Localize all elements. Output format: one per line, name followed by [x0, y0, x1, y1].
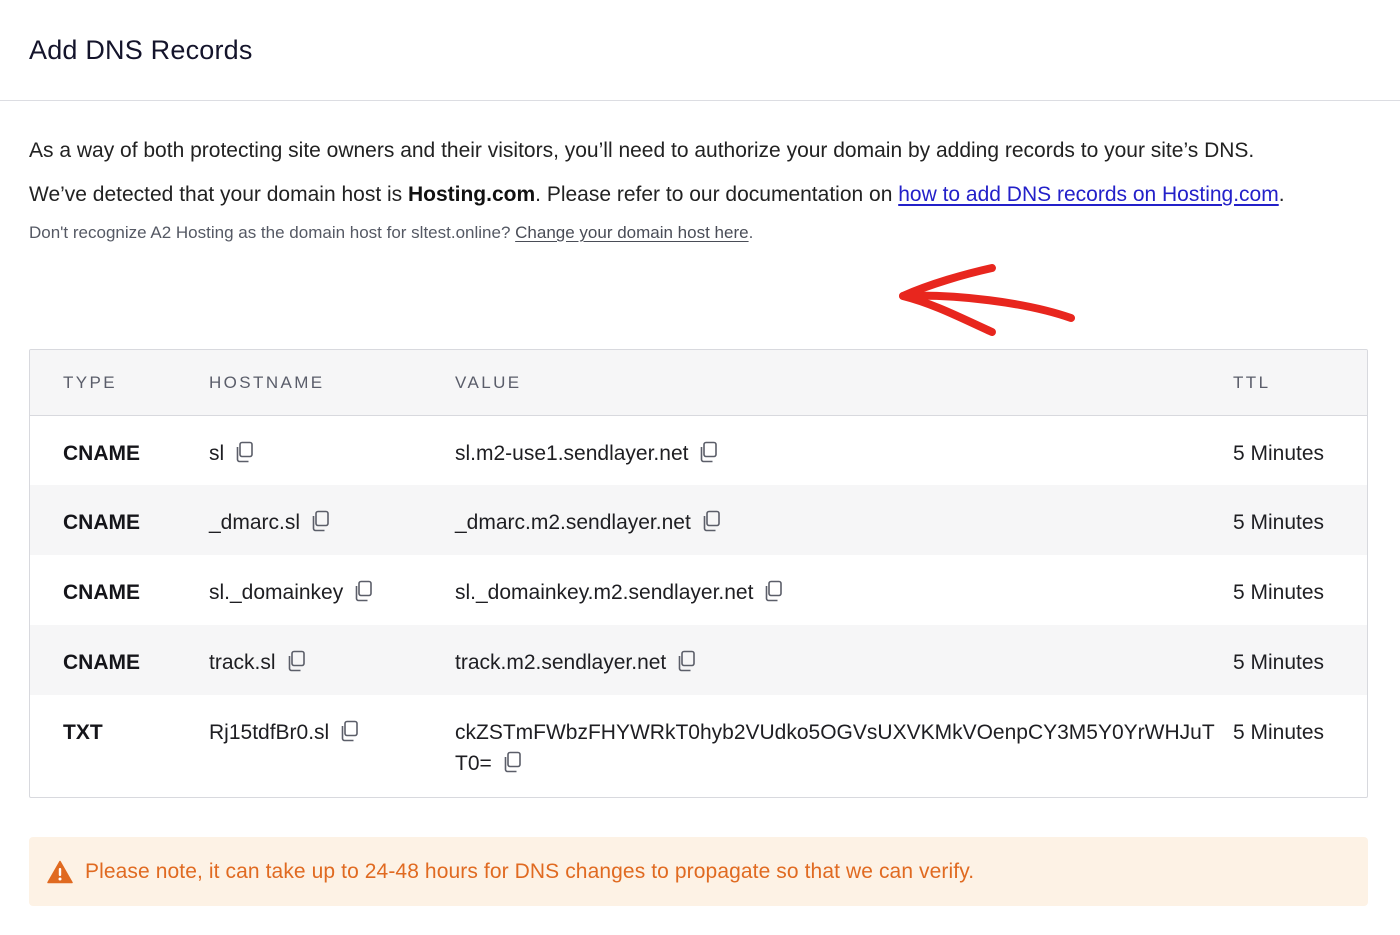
- column-header-type: TYPE: [63, 372, 118, 392]
- table-row: CNAME sl._domainkey sl._domainkey.m2.sen…: [30, 555, 1367, 625]
- record-value[interactable]: _dmarc.m2.sendlayer.net: [455, 511, 691, 534]
- record-value-cell: _dmarc.m2.sendlayer.net: [455, 485, 1233, 555]
- record-ttl: 5 Minutes: [1233, 511, 1325, 534]
- record-value[interactable]: sl.m2-use1.sendlayer.net: [455, 442, 688, 465]
- domain-host-note: Don't recognize A2 Hosting as the domain…: [29, 222, 1371, 244]
- copy-icon[interactable]: [676, 650, 696, 672]
- record-type: TXT: [63, 721, 103, 744]
- record-hostname-cell: track.sl: [209, 625, 455, 695]
- record-ttl: 5 Minutes: [1233, 721, 1325, 744]
- note-suffix: .: [748, 223, 754, 242]
- record-value-cell: ckZSTmFWbzFHYWRkT0hyb2VUdko5OGVsUXVKMkVO…: [455, 695, 1233, 797]
- column-header-value: VALUE: [455, 372, 522, 392]
- alert-text: Please note, it can take up to 24-48 hou…: [85, 859, 975, 883]
- copy-icon[interactable]: [502, 751, 522, 773]
- table-row: TXT Rj15tdfBr0.sl ckZSTmFWbzFHYWRkT0hyb2…: [30, 695, 1367, 797]
- copy-icon[interactable]: [234, 441, 254, 463]
- column-header-hostname: HOSTNAME: [209, 372, 325, 392]
- host-line-prefix: We’ve detected that your domain host is: [29, 183, 408, 206]
- record-hostname[interactable]: sl: [209, 442, 224, 465]
- table-header-row: TYPE HOSTNAME VALUE TTL: [30, 350, 1367, 415]
- record-hostname[interactable]: _dmarc.sl: [209, 511, 300, 534]
- copy-icon[interactable]: [701, 510, 721, 532]
- record-type: CNAME: [63, 441, 140, 465]
- copy-icon[interactable]: [286, 650, 306, 672]
- record-type: CNAME: [63, 511, 140, 534]
- host-line-suffix: .: [1278, 183, 1285, 206]
- red-arrow-annotation: [899, 264, 1075, 336]
- record-hostname-cell: _dmarc.sl: [209, 485, 455, 555]
- domain-host-line: We’ve detected that your domain host is …: [29, 179, 1371, 210]
- record-type: CNAME: [63, 651, 140, 674]
- copy-icon[interactable]: [310, 510, 330, 532]
- record-value-cell: sl._domainkey.m2.sendlayer.net: [455, 555, 1233, 625]
- record-hostname[interactable]: Rj15tdfBr0.sl: [209, 721, 329, 744]
- record-hostname-cell: sl: [209, 415, 455, 485]
- page-header: Add DNS Records: [0, 0, 1400, 101]
- record-value[interactable]: track.m2.sendlayer.net: [455, 651, 666, 674]
- record-hostname-cell: Rj15tdfBr0.sl: [209, 695, 455, 797]
- copy-icon[interactable]: [763, 580, 783, 602]
- record-ttl: 5 Minutes: [1233, 581, 1325, 604]
- table-row: CNAME _dmarc.sl _dmarc.m2.sendlayer.net …: [30, 485, 1367, 555]
- copy-icon[interactable]: [698, 441, 718, 463]
- dns-records-table: TYPE HOSTNAME VALUE TTL CNAME sl sl.m2-u…: [29, 349, 1368, 798]
- warning-icon: [47, 860, 73, 883]
- copy-icon[interactable]: [353, 580, 373, 602]
- detected-host: Hosting.com: [407, 183, 536, 206]
- record-value[interactable]: sl._domainkey.m2.sendlayer.net: [455, 581, 753, 604]
- record-hostname[interactable]: track.sl: [209, 651, 276, 674]
- record-hostname-cell: sl._domainkey: [209, 555, 455, 625]
- host-line-middle: . Please refer to our documentation on: [535, 183, 899, 206]
- change-domain-host-link[interactable]: Change your domain host here: [515, 223, 748, 242]
- record-type: CNAME: [63, 581, 140, 604]
- page-title: Add DNS Records: [29, 34, 253, 65]
- record-value-cell: track.m2.sendlayer.net: [455, 625, 1233, 695]
- record-hostname[interactable]: sl._domainkey: [209, 581, 343, 604]
- propagation-alert: Please note, it can take up to 24-48 hou…: [29, 837, 1368, 906]
- note-prefix: Don't recognize A2 Hosting as the domain…: [29, 223, 516, 242]
- copy-icon[interactable]: [339, 720, 359, 742]
- record-ttl: 5 Minutes: [1233, 441, 1325, 465]
- record-value[interactable]: ckZSTmFWbzFHYWRkT0hyb2VUdko5OGVsUXVKMkVO…: [455, 721, 1215, 775]
- table-row: CNAME sl sl.m2-use1.sendlayer.net 5 Minu…: [30, 415, 1367, 485]
- table-row: CNAME track.sl track.m2.sendlayer.net 5 …: [30, 625, 1367, 695]
- dns-docs-link[interactable]: how to add DNS records on Hosting.com: [898, 183, 1279, 206]
- record-ttl: 5 Minutes: [1233, 651, 1325, 674]
- record-value-cell: sl.m2-use1.sendlayer.net: [455, 415, 1233, 485]
- content: As a way of both protecting site owners …: [0, 135, 1400, 244]
- intro-text: As a way of both protecting site owners …: [29, 139, 1255, 162]
- column-header-ttl: TTL: [1233, 372, 1271, 392]
